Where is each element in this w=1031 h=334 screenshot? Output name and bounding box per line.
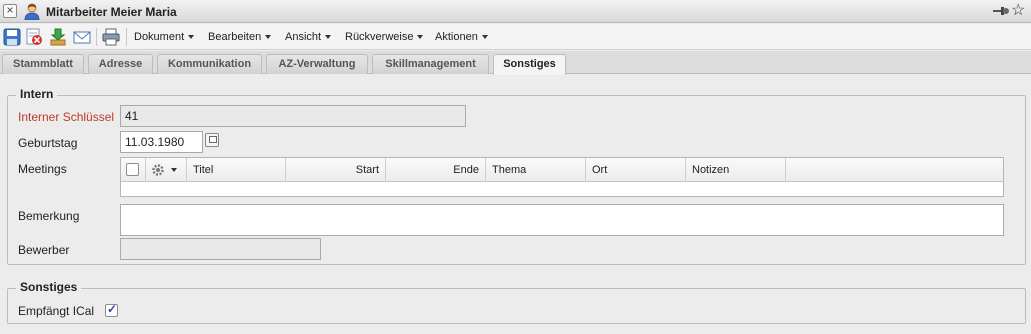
gear-icon <box>152 164 164 176</box>
geburtstag-field[interactable]: 11.03.1980 <box>120 131 203 153</box>
column-thema[interactable]: Thema <box>486 158 586 182</box>
meetings-grid-header: Titel Start Ende Thema Ort Notizen <box>121 158 1003 182</box>
menu-label: Dokument <box>134 31 185 43</box>
intern-legend: Intern <box>16 87 58 101</box>
menu-label: Rückverweise <box>345 31 414 43</box>
tab-adresse[interactable]: Adresse <box>88 54 153 74</box>
meetings-grid: Titel Start Ende Thema Ort Notizen <box>120 157 1004 197</box>
tab-strip: Stammblatt Adresse Kommunikation AZ-Verw… <box>0 51 1031 75</box>
select-all-checkbox[interactable] <box>126 163 139 176</box>
bewerber-label: Bewerber <box>18 243 70 257</box>
favorite-star-icon[interactable]: ☆ <box>1011 2 1025 20</box>
column-start[interactable]: Start <box>286 158 386 182</box>
column-titel[interactable]: Titel <box>187 158 286 182</box>
meetings-label: Meetings <box>18 162 67 176</box>
toolbar-separator <box>126 28 127 46</box>
chevron-down-icon <box>188 35 195 40</box>
menu-label: Ansicht <box>285 31 322 43</box>
tab-az-verwaltung[interactable]: AZ-Verwaltung <box>266 54 368 74</box>
select-all-column <box>121 158 146 182</box>
chevron-down-icon <box>265 35 272 40</box>
empfaengt-ical-checkbox[interactable] <box>105 302 118 317</box>
column-ende[interactable]: Ende <box>386 158 486 182</box>
print-icon[interactable] <box>102 28 120 46</box>
sonstiges-fieldset <box>7 288 1026 324</box>
menu-dokument[interactable]: Dokument <box>134 31 195 43</box>
column-ort[interactable]: Ort <box>586 158 686 182</box>
download-icon[interactable] <box>49 28 67 46</box>
chevron-down-icon <box>325 35 332 40</box>
menu-label: Aktionen <box>435 31 478 43</box>
window-title: Mitarbeiter Meier Maria <box>46 5 177 19</box>
bemerkung-field[interactable] <box>120 204 1004 236</box>
toolbar-separator <box>96 28 97 46</box>
save-icon[interactable] <box>3 28 21 46</box>
menu-label: Bearbeiten <box>208 31 262 43</box>
interner-schluessel-label: Interner Schlüssel <box>18 110 115 124</box>
interner-schluessel-field: 41 <box>120 105 466 127</box>
person-icon <box>24 3 40 20</box>
window-titlebar: × Mitarbeiter Meier Maria ☆ <box>0 0 1031 23</box>
tab-sonstiges[interactable]: Sonstiges <box>493 54 566 75</box>
calendar-icon[interactable] <box>205 133 219 147</box>
geburtstag-label: Geburtstag <box>18 136 78 150</box>
column-settings[interactable] <box>146 158 187 182</box>
pin-icon[interactable] <box>993 5 1009 17</box>
tab-skillmanagement[interactable]: Skillmanagement <box>372 54 489 74</box>
bemerkung-label: Bemerkung <box>18 209 80 223</box>
chevron-down-icon <box>171 168 177 172</box>
column-notizen[interactable]: Notizen <box>686 158 786 182</box>
tab-content: Intern Interner Schlüssel 41 Geburtstag … <box>0 75 1031 334</box>
sonstiges-legend: Sonstiges <box>16 280 82 294</box>
menu-bearbeiten[interactable]: Bearbeiten <box>208 31 272 43</box>
delete-icon[interactable] <box>25 28 43 46</box>
tab-kommunikation[interactable]: Kommunikation <box>157 54 262 74</box>
close-icon[interactable]: × <box>3 4 17 18</box>
menu-rueckverweise[interactable]: Rückverweise <box>345 31 424 43</box>
tab-stammblatt[interactable]: Stammblatt <box>2 54 84 74</box>
chevron-down-icon <box>417 35 424 40</box>
empfaengt-ical-label: Empfängt ICal <box>18 304 95 318</box>
bewerber-field <box>120 238 321 260</box>
toolbar: Dokument Bearbeiten Ansicht Rückverweise… <box>0 24 1031 50</box>
chevron-down-icon <box>481 35 488 40</box>
menu-aktionen[interactable]: Aktionen <box>435 31 488 43</box>
email-icon[interactable] <box>73 28 91 46</box>
menu-ansicht[interactable]: Ansicht <box>285 31 332 43</box>
